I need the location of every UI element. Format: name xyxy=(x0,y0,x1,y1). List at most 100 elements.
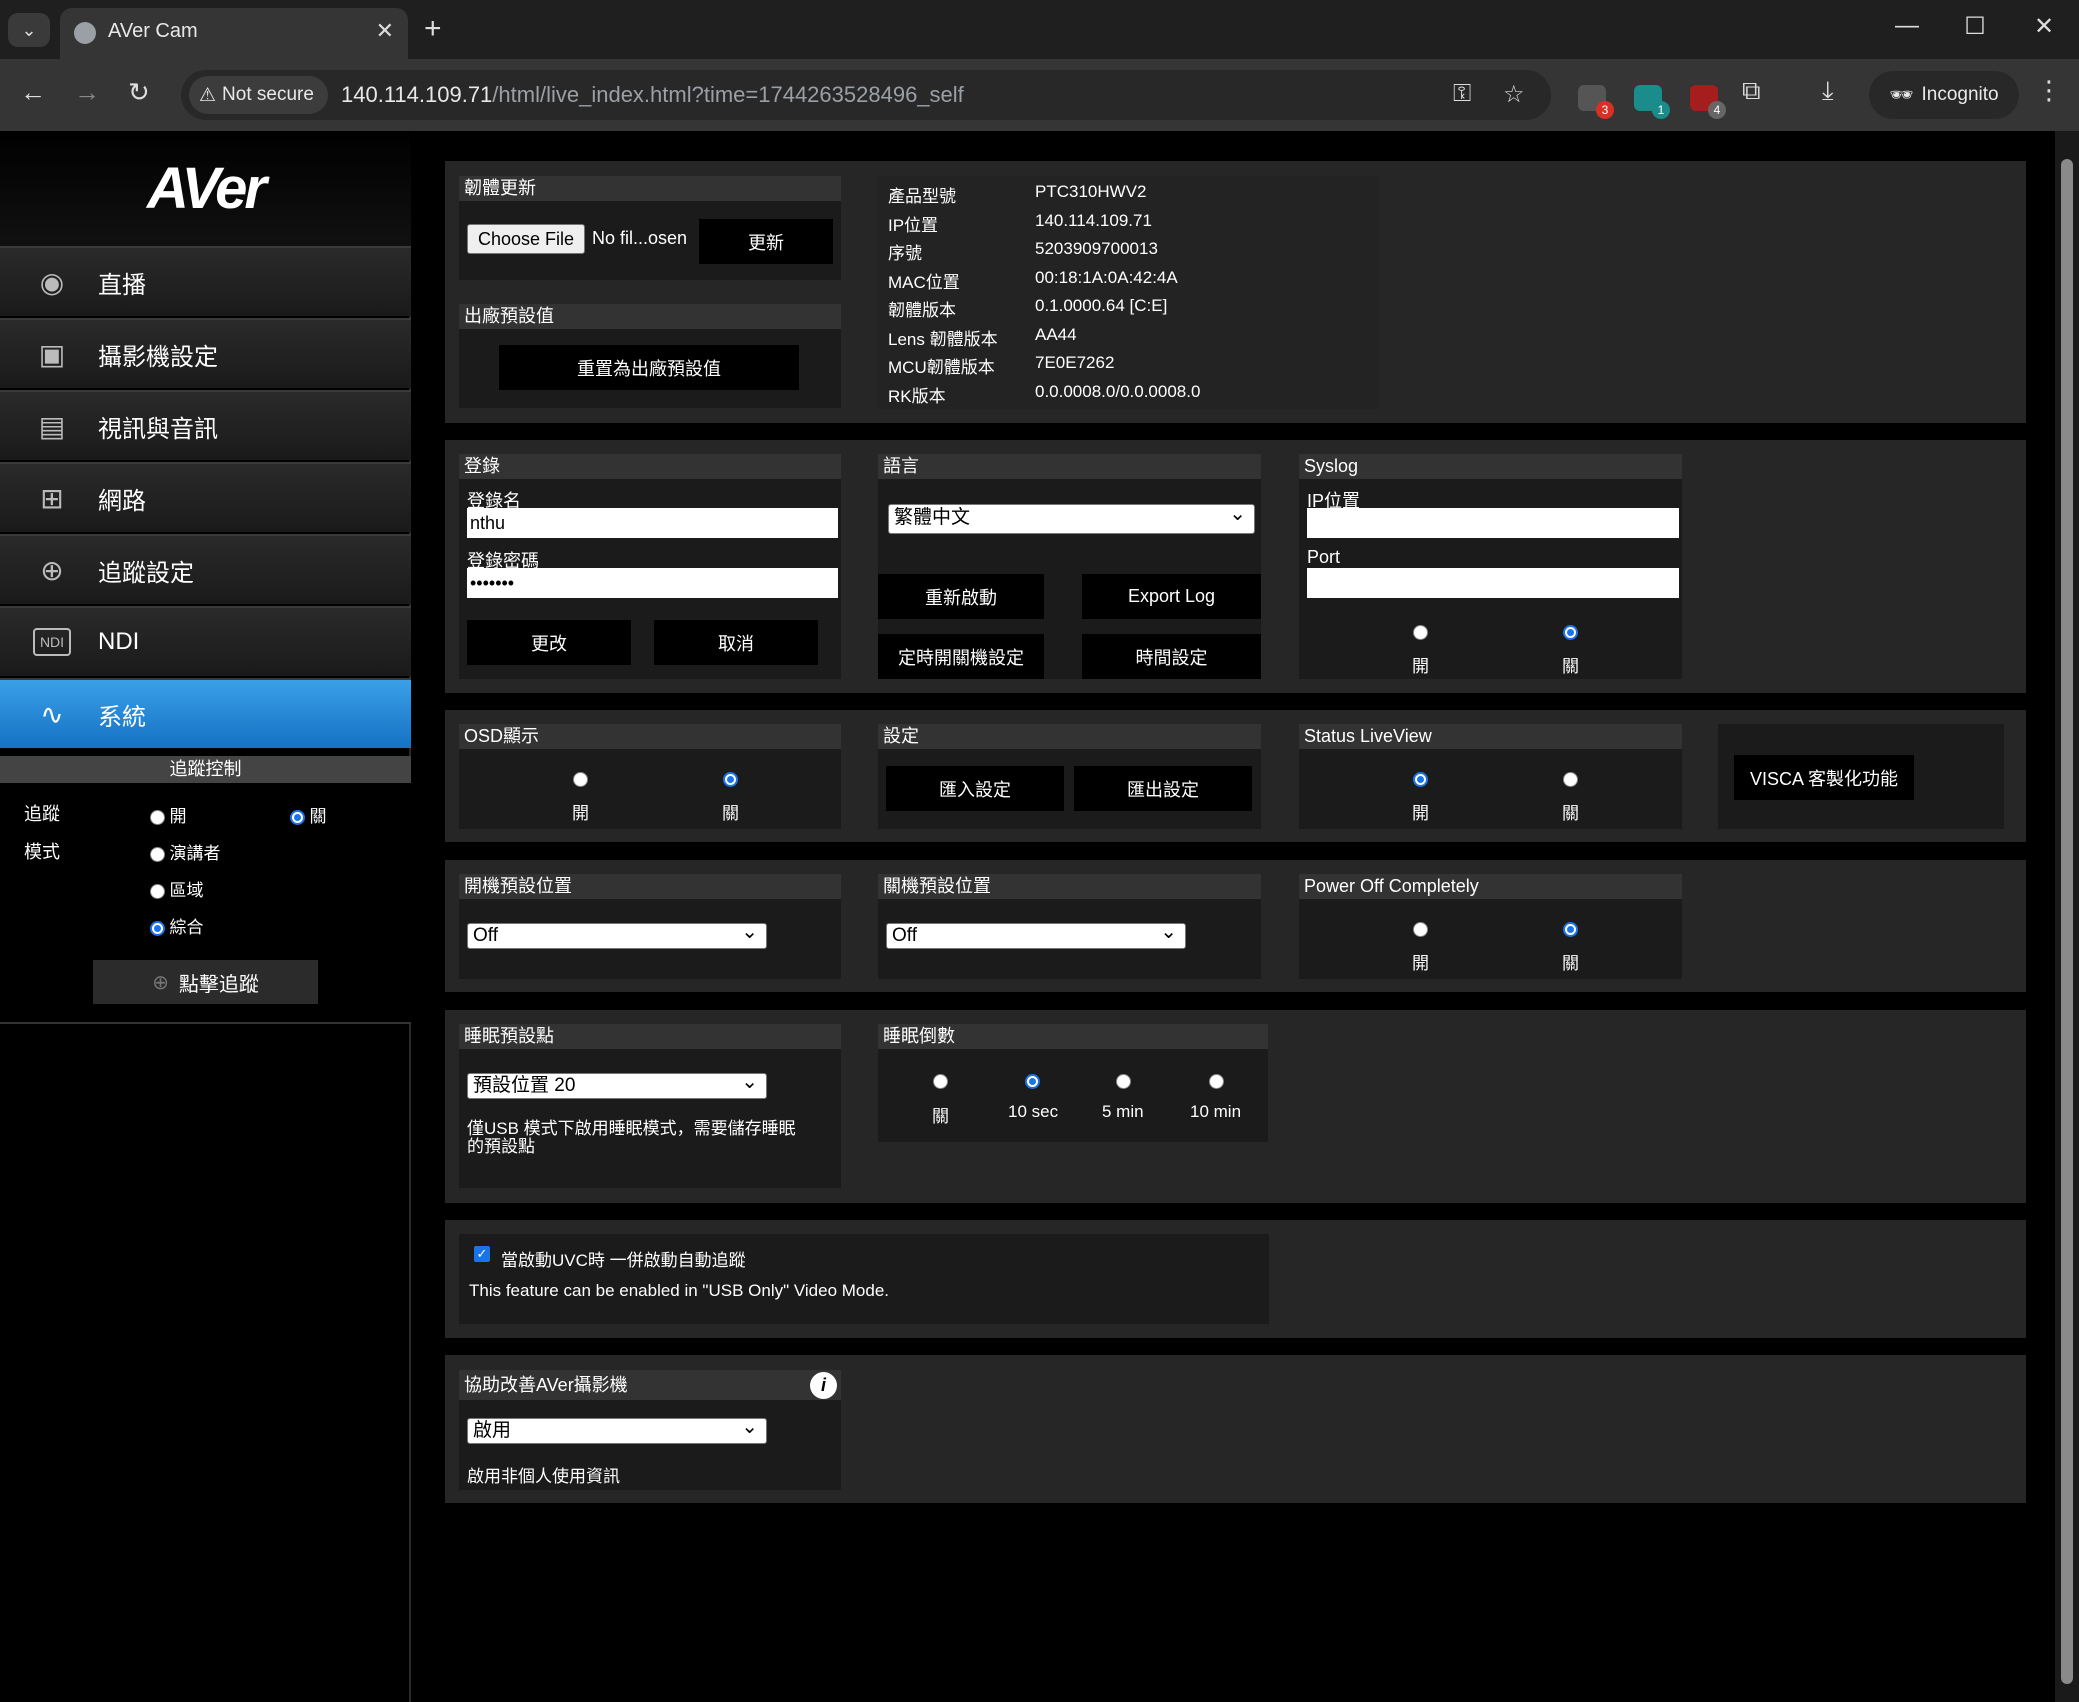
device-info-box: 產品型號 PTC310HWV2 IP位置 140.114.109.71 序號 520390… xyxy=(878,176,1378,409)
info-key: Lens 韌體版本 xyxy=(888,329,998,349)
syslog-off-radio[interactable] xyxy=(1563,625,1578,640)
login-title: 登錄 xyxy=(459,454,841,479)
download-icon[interactable]: ⤓ xyxy=(1822,75,1834,107)
settings-box: 設定 匯入設定 匯出設定 xyxy=(878,724,1261,829)
extension-2-icon[interactable]: 1 xyxy=(1634,85,1670,119)
no-file-label: No fil...osen xyxy=(592,228,688,248)
syslog-port-label: Port xyxy=(1307,547,1341,567)
choose-file-button[interactable]: Choose File xyxy=(467,224,585,254)
ndi-icon: NDI xyxy=(33,628,71,656)
scrollbar[interactable] xyxy=(2055,131,2079,1702)
sidebar-item-ndi[interactable]: NDI NDI xyxy=(0,606,411,676)
liveview-off-radio[interactable] xyxy=(1563,772,1578,787)
reload-button[interactable]: ↻ xyxy=(128,77,150,108)
incognito-chip[interactable]: 🕶 Incognito xyxy=(1869,71,2019,119)
power-off-on-radio[interactable] xyxy=(1413,922,1428,937)
info-value: 5203909700013 xyxy=(1035,239,1158,258)
info-icon[interactable]: i xyxy=(810,1372,837,1399)
language-select[interactable]: 繁體中文 xyxy=(888,501,1255,534)
factory-title: 出廠預設值 xyxy=(459,304,841,329)
click-track-button[interactable]: ⊕ 點擊追蹤 xyxy=(93,960,318,1004)
syslog-off-label: 關 xyxy=(1562,657,1579,676)
window-close-button[interactable]: ✕ xyxy=(2024,12,2064,41)
uvc-checkbox[interactable]: ✓ xyxy=(474,1246,490,1262)
radio[interactable] xyxy=(290,810,305,826)
cancel-button[interactable]: 取消 xyxy=(654,620,818,665)
syslog-port-field[interactable] xyxy=(1307,568,1679,598)
sidebar-item-live[interactable]: ◉ 直播 xyxy=(0,246,411,316)
sleep-10sec-radio[interactable] xyxy=(1025,1074,1040,1089)
radio[interactable] xyxy=(150,847,165,863)
radio[interactable] xyxy=(150,810,165,826)
kebab-menu-icon[interactable]: ⋮ xyxy=(2036,75,2062,106)
sidebar-item-system[interactable]: ∿ 系統 xyxy=(0,678,411,748)
radio[interactable] xyxy=(150,884,165,900)
browser-tab[interactable]: AVer Cam ✕ xyxy=(60,8,408,59)
factory-reset-button[interactable]: 重置為出廠預設值 xyxy=(499,345,799,390)
extension-3-icon[interactable]: 4 xyxy=(1690,85,1726,119)
mode-hybrid-option[interactable]: 綜合 xyxy=(150,913,203,938)
sleep-off-radio[interactable] xyxy=(933,1074,948,1089)
extension-1-icon[interactable]: 3 xyxy=(1578,85,1614,119)
poweron-preset-select[interactable]: Off xyxy=(467,920,767,949)
sidebar-item-label: NDI xyxy=(98,628,140,655)
track-off-option[interactable]: 關 xyxy=(290,802,326,827)
import-settings-button[interactable]: 匯入設定 xyxy=(886,766,1064,811)
back-button[interactable]: ← xyxy=(20,77,46,108)
mode-zone-option[interactable]: 區域 xyxy=(150,876,203,901)
visca-custom-button[interactable]: VISCA 客製化功能 xyxy=(1734,755,1914,800)
username-field[interactable]: nthu xyxy=(467,508,838,538)
change-button[interactable]: 更改 xyxy=(467,620,631,665)
osd-box: OSD顯示 開 關 xyxy=(459,724,841,829)
sleep-5min-radio[interactable] xyxy=(1116,1074,1131,1089)
firmware-title: 韌體更新 xyxy=(459,176,841,201)
syslog-ip-field[interactable] xyxy=(1307,508,1679,538)
sidebar-item-tracking[interactable]: ⊕ 追蹤設定 xyxy=(0,534,411,604)
info-value: 00:18:1A:0A:42:4A xyxy=(1035,267,1178,287)
export-settings-button[interactable]: 匯出設定 xyxy=(1074,766,1252,811)
track-on-option[interactable]: 開 xyxy=(150,802,186,827)
firmware-box: 韌體更新 Choose File No fil...osen 更新 xyxy=(459,176,841,280)
security-chip[interactable]: ⚠ Not secure xyxy=(189,76,328,114)
syslog-title: Syslog xyxy=(1299,454,1682,479)
liveview-on-radio[interactable] xyxy=(1413,772,1428,787)
password-field[interactable]: ••••••• xyxy=(467,568,838,598)
url-path: /html/live_index.html?time=1744263528496… xyxy=(492,82,964,107)
mode-presenter-option[interactable]: 演講者 xyxy=(150,839,220,864)
close-icon[interactable]: ✕ xyxy=(376,18,394,44)
address-bar[interactable]: ⚠ Not secure 140.114.109.71/html/live_in… xyxy=(181,70,1551,120)
time-settings-button[interactable]: 時間設定 xyxy=(1082,634,1261,679)
export-log-button[interactable]: Export Log xyxy=(1082,574,1261,619)
power-off-off-radio[interactable] xyxy=(1563,922,1578,937)
osd-on-radio[interactable] xyxy=(573,772,588,787)
restart-button[interactable]: 重新啟動 xyxy=(878,574,1044,619)
maximize-button[interactable]: ☐ xyxy=(1955,12,1995,41)
poweroff-preset-select[interactable]: Off xyxy=(886,920,1186,949)
star-icon[interactable]: ☆ xyxy=(1503,80,1525,109)
syslog-on-radio[interactable] xyxy=(1413,625,1428,640)
schedule-power-button[interactable]: 定時開關機設定 xyxy=(878,634,1044,679)
browser-tab-strip: ⌄ AVer Cam ✕ + — ☐ ✕ xyxy=(0,0,2079,59)
forward-button[interactable]: → xyxy=(74,77,100,108)
sleep-10min-radio[interactable] xyxy=(1209,1074,1224,1089)
firmware-update-button[interactable]: 更新 xyxy=(699,219,833,264)
improve-select[interactable]: 啟用 xyxy=(467,1415,767,1444)
chevron-down-icon: ⌄ xyxy=(21,19,37,40)
mode-label: 模式 xyxy=(24,842,60,862)
scrollbar-thumb[interactable] xyxy=(2061,159,2073,1684)
puzzle-icon[interactable]: ⧉ xyxy=(1742,75,1761,107)
crosshair-icon: ⊕ xyxy=(152,971,169,994)
osd-off-radio[interactable] xyxy=(723,772,738,787)
tab-search-button[interactable]: ⌄ xyxy=(8,13,50,47)
key-icon[interactable]: ⚿ xyxy=(1453,80,1471,108)
sidebar-item-network[interactable]: ⊞ 網路 xyxy=(0,462,411,532)
sleep-preset-select[interactable]: 預設位置 20 xyxy=(467,1070,767,1099)
new-tab-button[interactable]: + xyxy=(424,12,442,46)
minimize-button[interactable]: — xyxy=(1887,12,1927,40)
security-label: Not secure xyxy=(222,84,314,105)
sidebar-item-video-audio[interactable]: ▤ 視訊與音訊 xyxy=(0,390,411,460)
settings-title: 設定 xyxy=(878,724,1261,749)
sidebar-item-camera[interactable]: ▣ 攝影機設定 xyxy=(0,318,411,388)
info-key: MAC位置 xyxy=(888,272,960,292)
radio[interactable] xyxy=(150,921,165,937)
